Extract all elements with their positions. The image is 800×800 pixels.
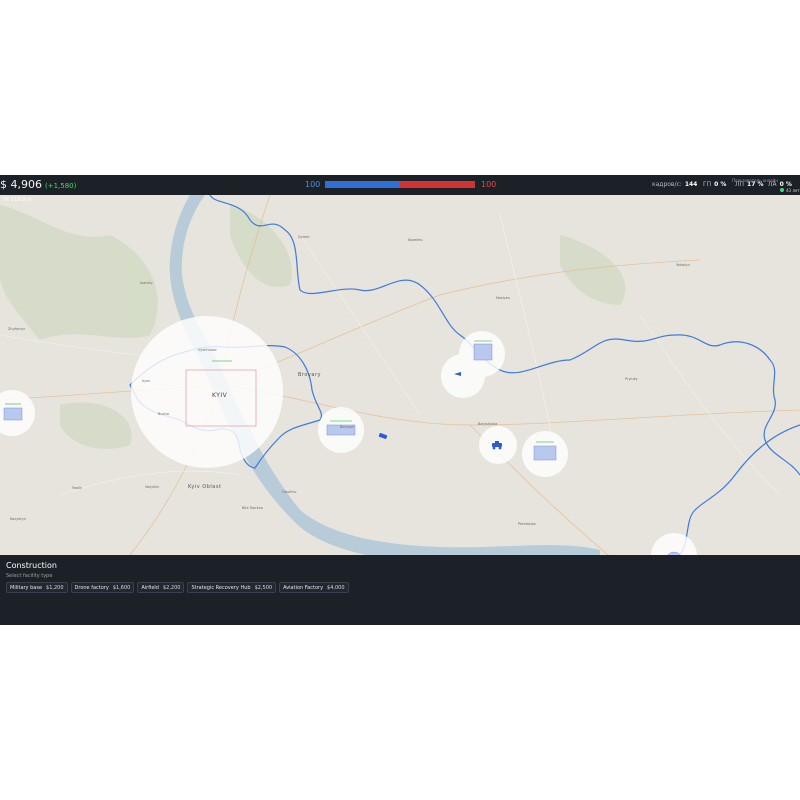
place-label: Obukhiv bbox=[282, 490, 297, 494]
place-label: Nosivka bbox=[496, 296, 510, 300]
place-label: Kyiv Oblast bbox=[188, 484, 222, 490]
recruits-value: 144 bbox=[684, 181, 698, 188]
money-display: $ 4,906 (+1,580) bbox=[0, 178, 76, 191]
place-label: Zhytomyr bbox=[8, 327, 26, 331]
build-aviation-factory-button[interactable]: Aviation Factory $4,000 bbox=[279, 582, 349, 593]
facility-price: $1,600 bbox=[112, 584, 131, 591]
facility-price: $4,000 bbox=[327, 584, 345, 591]
gp-value: 0 % bbox=[714, 181, 727, 188]
online-dot-icon bbox=[780, 188, 784, 192]
money-value: $ 4,906 bbox=[0, 178, 42, 191]
online-legend: Пользователь онлайн bbox=[732, 178, 779, 183]
build-airfield-button[interactable]: Airfield $2,200 bbox=[137, 582, 185, 593]
score-bar-blue bbox=[325, 181, 400, 188]
place-label: Baryshivka bbox=[478, 422, 498, 426]
place-label: Irpin bbox=[142, 379, 150, 383]
facility-baryshivka bbox=[533, 445, 557, 461]
place-label: Ivankiv bbox=[140, 281, 153, 285]
place-label: Brovary bbox=[298, 372, 321, 378]
place-label: Kozelets bbox=[408, 238, 423, 242]
facility-northeast bbox=[473, 343, 493, 361]
place-label: Bucha bbox=[158, 412, 169, 416]
online-status: 43 лет bbox=[780, 188, 800, 193]
build-recovery-hub-button[interactable]: Strategic Recovery Hub $2,500 bbox=[187, 582, 277, 593]
facility-name: Military base bbox=[10, 584, 43, 591]
place-label: Kozyatyn bbox=[10, 517, 26, 521]
gp-stat: ГП 0 % bbox=[703, 181, 726, 188]
facility-name: Drone factory bbox=[74, 584, 109, 591]
place-label: Boryspil bbox=[340, 425, 355, 429]
score-blue: 100 bbox=[305, 180, 321, 189]
facility-price: $1,200 bbox=[46, 584, 64, 591]
recruits-label: кадров/с bbox=[652, 181, 680, 188]
gp-label: ГП bbox=[703, 181, 712, 188]
facility-name: Airfield bbox=[141, 584, 159, 591]
facility-name: Strategic Recovery Hub bbox=[191, 584, 251, 591]
build-military-base-button[interactable]: Military base $1,200 bbox=[6, 582, 68, 593]
place-label: Bila Tserkva bbox=[242, 506, 263, 510]
facility-price: $2,500 bbox=[254, 584, 273, 591]
online-text: 43 лет bbox=[786, 188, 800, 193]
height-readout: H: 119.0 m bbox=[4, 197, 32, 203]
city-label: KYIV bbox=[212, 392, 228, 399]
panel-title: Construction bbox=[6, 561, 57, 570]
construction-panel: Construction Select facility type Milita… bbox=[0, 555, 800, 625]
income-value: (+1,580) bbox=[45, 182, 77, 190]
place-label: Dymer bbox=[298, 235, 310, 239]
facility-list: Military base $1,200 Drone factory $1,600 … bbox=[6, 582, 349, 593]
score-red: 100 bbox=[481, 180, 497, 189]
recruits-stat: кадров/с: 144 bbox=[652, 181, 698, 188]
facility-west bbox=[3, 407, 23, 421]
place-label: Pryluky bbox=[625, 377, 638, 381]
place-label: Pereiaslav bbox=[518, 522, 536, 526]
place-label: Vasylkiv bbox=[145, 485, 160, 489]
score-bar-red bbox=[400, 181, 475, 188]
game-viewport[interactable]: Ivankiv Dymer Kozelets Nosivka Zhytomyr … bbox=[0, 175, 800, 625]
place-label: Yahotyn bbox=[676, 263, 690, 267]
top-bar: $ 4,906 (+1,580) 100 100 кадров/с: 144 ГП 0… bbox=[0, 175, 800, 195]
place-label: Vyshhorod bbox=[198, 348, 217, 352]
build-drone-factory-button[interactable]: Drone factory $1,600 bbox=[70, 582, 135, 593]
panel-subtitle: Select facility type bbox=[6, 573, 53, 579]
facility-price: $2,200 bbox=[162, 584, 181, 591]
facility-name: Aviation Factory bbox=[283, 584, 324, 591]
place-label: Fastiv bbox=[72, 486, 83, 490]
